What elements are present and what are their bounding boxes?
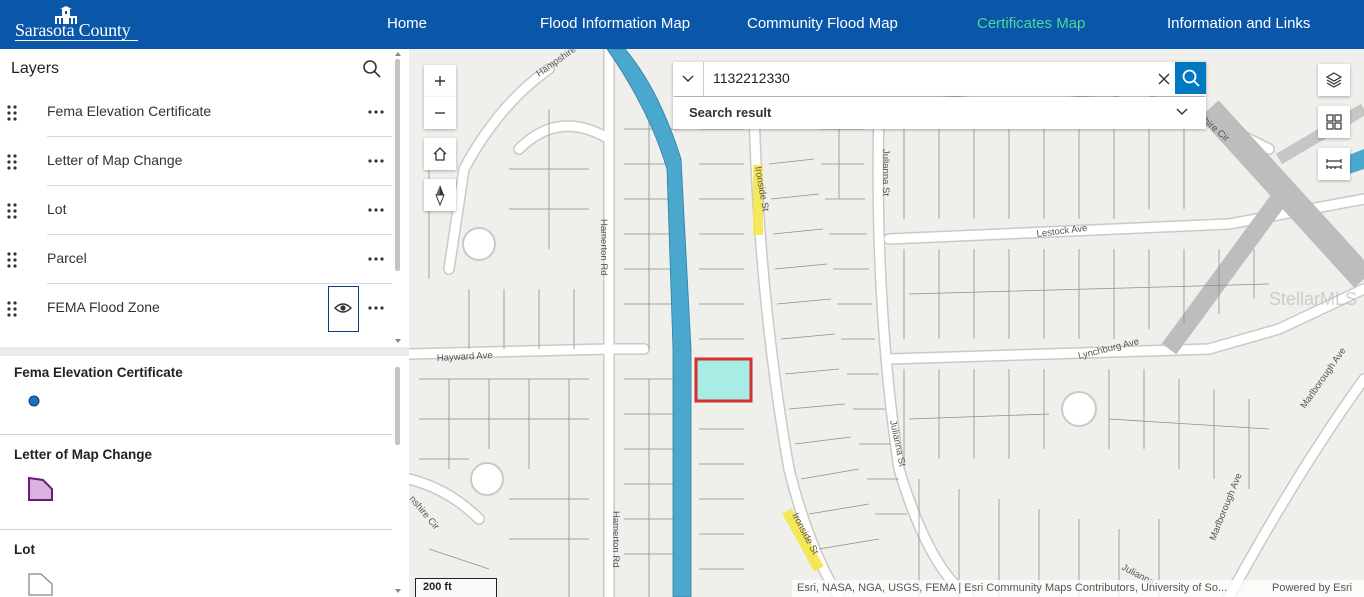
measure-button[interactable] <box>1318 148 1350 180</box>
layers-panel: Layers Fema Elevation Certificate Letter… <box>0 49 409 597</box>
layer-name: Parcel <box>47 250 87 266</box>
powered-by-esri[interactable]: Powered by Esri <box>1272 582 1352 594</box>
logo-text: Sarasota County <box>15 20 131 40</box>
layer-row[interactable]: Parcel <box>0 235 394 284</box>
scroll-down-arrow-icon[interactable] <box>394 588 402 594</box>
blue-point-symbol-icon <box>28 395 40 407</box>
sarasota-county-logo[interactable]: Sarasota County <box>14 3 144 45</box>
nav-information-and-links[interactable]: Information and Links <box>1167 15 1310 32</box>
search-button[interactable] <box>1175 62 1206 94</box>
layer-list-button[interactable] <box>1318 64 1350 96</box>
street-label: Hamerton Rd <box>610 511 621 568</box>
panel-divider <box>0 347 409 356</box>
scroll-up-arrow-icon[interactable] <box>394 51 402 57</box>
more-options-icon[interactable] <box>366 151 386 171</box>
search-icon <box>1182 69 1200 87</box>
drag-handle-icon[interactable] <box>6 300 18 318</box>
layer-name: Letter of Map Change <box>47 152 183 168</box>
nav-home[interactable]: Home <box>387 15 427 32</box>
legend-title: Letter of Map Change <box>14 447 153 462</box>
compass-icon <box>435 185 445 206</box>
compass-button[interactable] <box>424 179 456 211</box>
home-icon <box>433 147 447 161</box>
visibility-toggle-button[interactable] <box>328 286 359 332</box>
scale-bar: 200 ft <box>415 578 497 597</box>
gray-polygon-symbol-icon <box>28 573 53 596</box>
scale-label: 200 ft <box>423 581 452 593</box>
search-result-panel[interactable]: Search result <box>673 97 1206 129</box>
nav-flood-information-map[interactable]: Flood Information Map <box>540 15 690 32</box>
more-options-icon[interactable] <box>366 200 386 220</box>
attribution-text: Esri, NASA, NGA, USGS, FEMA | Esri Commu… <box>797 582 1228 594</box>
drag-handle-icon[interactable] <box>6 251 18 269</box>
search-result-label: Search result <box>689 105 772 120</box>
minus-icon <box>435 112 445 114</box>
purple-polygon-symbol-icon <box>28 476 53 501</box>
layer-name: Fema Elevation Certificate <box>47 103 212 119</box>
map-view[interactable]: Hampshire Hamerton Rd Hamerton Rd Haywar… <box>409 49 1364 597</box>
layer-name: Lot <box>47 201 67 217</box>
home-button[interactable] <box>424 138 456 170</box>
search-widget: 1132212330 <box>673 62 1206 96</box>
drag-handle-icon[interactable] <box>6 104 18 122</box>
legend-scrollbar[interactable] <box>395 367 400 445</box>
basemap: Hampshire Hamerton Rd Hamerton Rd Haywar… <box>409 49 1364 597</box>
layer-row[interactable]: Letter of Map Change <box>0 137 394 186</box>
street-label: Julianna St <box>880 149 891 196</box>
chevron-down-icon[interactable] <box>1175 106 1189 118</box>
drag-handle-icon[interactable] <box>6 202 18 220</box>
layer-row[interactable]: FEMA Flood Zone <box>0 284 394 333</box>
layers-scrollbar[interactable] <box>395 59 400 271</box>
top-navigation-bar: Sarasota County Home Flood Information M… <box>0 0 1364 49</box>
zoom-out-button[interactable] <box>424 97 456 129</box>
more-options-icon[interactable] <box>366 249 386 269</box>
basemap-gallery-button[interactable] <box>1318 106 1350 138</box>
watermark: StellarMLS <box>1269 289 1358 309</box>
logo-underline <box>15 40 138 41</box>
search-source-dropdown[interactable] <box>673 62 704 96</box>
layers-icon <box>1325 72 1343 88</box>
search-input[interactable]: 1132212330 <box>713 70 790 86</box>
layer-name: FEMA Flood Zone <box>47 299 160 315</box>
attribution-bar[interactable]: Esri, NASA, NGA, USGS, FEMA | Esri Commu… <box>792 580 1364 597</box>
eye-icon <box>334 303 352 313</box>
basemap-gallery-icon <box>1326 114 1342 130</box>
zoom-in-button[interactable] <box>424 65 456 97</box>
divider <box>0 529 392 530</box>
nav-community-flood-map[interactable]: Community Flood Map <box>747 15 898 32</box>
plus-icon <box>435 76 445 86</box>
legend-title: Fema Elevation Certificate <box>14 365 183 380</box>
chevron-down-icon <box>682 75 694 82</box>
more-options-icon[interactable] <box>366 298 386 318</box>
search-icon[interactable] <box>362 59 382 79</box>
clear-icon[interactable] <box>1156 71 1172 87</box>
more-options-icon[interactable] <box>366 102 386 122</box>
street-label: Hamerton Rd <box>598 219 609 276</box>
layers-title: Layers <box>11 60 60 77</box>
layer-row[interactable]: Lot <box>0 186 394 235</box>
divider <box>0 434 392 435</box>
measure-icon <box>1326 159 1342 169</box>
drag-handle-icon[interactable] <box>6 153 18 171</box>
legend-title: Lot <box>14 542 35 557</box>
layer-row[interactable]: Fema Elevation Certificate <box>0 88 394 137</box>
scroll-down-arrow-icon[interactable] <box>394 338 402 344</box>
nav-certificates-map[interactable]: Certificates Map <box>977 15 1085 32</box>
